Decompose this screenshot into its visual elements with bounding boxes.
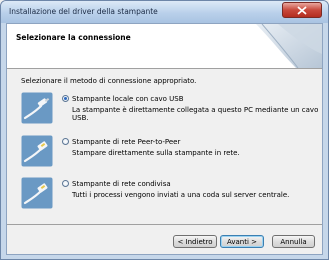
installer-window: Installazione del driver della stampante… [0, 0, 329, 260]
window-title: Installazione del driver della stampante [9, 7, 158, 16]
footer-divider [7, 224, 322, 226]
page-title: Selezionare la connessione [16, 33, 131, 42]
back-button[interactable]: < Indietro [173, 235, 217, 248]
option-local-usb[interactable]: Stampante locale con cavo USB La stampan… [7, 92, 322, 126]
header-band: Selezionare la connessione [7, 24, 322, 69]
close-icon [283, 3, 321, 17]
cancel-button[interactable]: Annulla [272, 235, 315, 248]
dialog-body: Selezionare la connessione Selezionare i… [6, 23, 323, 255]
option-description: La stampante è direttamente collegata a … [72, 106, 319, 122]
radio-local-usb[interactable] [62, 95, 69, 102]
usb-cable-icon [21, 92, 53, 124]
option-peer-to-peer[interactable]: Stampante di rete Peer-to-Peer Stampare … [7, 135, 322, 169]
network-cable-icon [21, 135, 53, 167]
header-graphic [256, 24, 322, 68]
option-label: Stampante di rete condivisa [72, 180, 171, 188]
option-label: Stampante locale con cavo USB [72, 95, 184, 103]
instruction-text: Selezionare il metodo di connessione app… [21, 77, 197, 85]
network-cable-icon [21, 177, 53, 209]
radio-shared-network[interactable] [62, 180, 69, 187]
title-bar[interactable]: Installazione del driver della stampante [1, 1, 328, 23]
next-button[interactable]: Avanti > [220, 235, 264, 248]
option-description: Tutti i processi vengono inviati a una c… [72, 191, 290, 199]
close-button[interactable] [282, 2, 322, 18]
radio-peer-to-peer[interactable] [62, 138, 69, 145]
option-label: Stampante di rete Peer-to-Peer [72, 138, 181, 146]
option-shared-network[interactable]: Stampante di rete condivisa Tutti i proc… [7, 177, 322, 211]
option-description: Stampare direttamente sulla stampante in… [72, 149, 240, 157]
